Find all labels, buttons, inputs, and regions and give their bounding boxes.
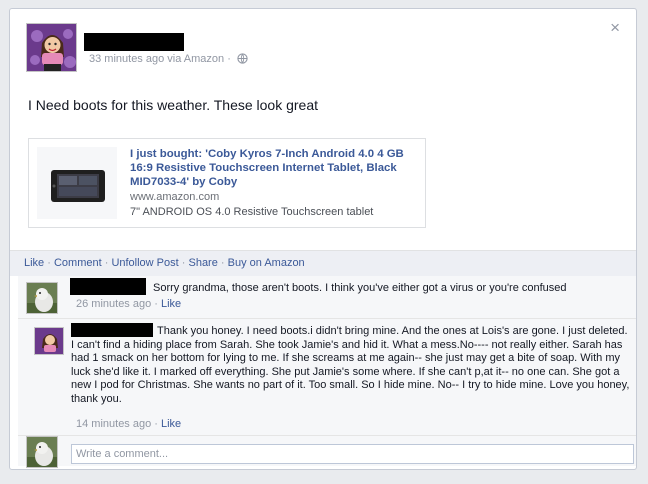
poster-avatar[interactable] bbox=[26, 23, 77, 72]
viewer-avatar-image bbox=[27, 437, 57, 467]
comment-body: Thank you honey. I need boots.i didn't b… bbox=[71, 325, 631, 406]
comment-meta: 14 minutes ago · Like bbox=[76, 418, 181, 432]
shared-link-title[interactable]: I just bought: 'Coby Kyros 7-Inch Androi… bbox=[130, 147, 415, 189]
share-link[interactable]: Share bbox=[188, 257, 217, 269]
product-thumbnail[interactable] bbox=[37, 147, 117, 219]
commenter-avatar[interactable] bbox=[26, 282, 58, 314]
globe-icon bbox=[237, 53, 248, 67]
comment-input-placeholder: Write a comment... bbox=[76, 448, 169, 460]
comment-composer: Write a comment... bbox=[18, 435, 636, 468]
comment-time[interactable]: 14 minutes ago bbox=[76, 418, 151, 430]
like-link[interactable]: Like bbox=[24, 257, 44, 269]
action-separator: · bbox=[217, 257, 228, 269]
comment-like-link[interactable]: Like bbox=[161, 298, 181, 310]
comments-section: Sorry grandma, those aren't boots. I thi… bbox=[18, 276, 636, 468]
shared-link-domain: www.amazon.com bbox=[130, 191, 220, 203]
buy-on-amazon-link[interactable]: Buy on Amazon bbox=[228, 257, 305, 269]
poster-name-redacted bbox=[84, 33, 184, 51]
comment-text: Sorry grandma, those aren't boots. I thi… bbox=[153, 282, 567, 294]
commenter-avatar[interactable] bbox=[34, 327, 64, 355]
comment-link[interactable]: Comment bbox=[54, 257, 102, 269]
poster-avatar-image bbox=[27, 24, 76, 71]
comment-body: Sorry grandma, those aren't boots. I thi… bbox=[153, 282, 623, 296]
post-actions-bar: Like · Comment · Unfollow Post · Share ·… bbox=[10, 250, 636, 276]
comment-input[interactable]: Write a comment... bbox=[71, 444, 634, 464]
commenter-avatar-image bbox=[35, 328, 63, 354]
status-text: I Need boots for this weather. These loo… bbox=[28, 97, 319, 113]
shared-link-card[interactable]: I just bought: 'Coby Kyros 7-Inch Androi… bbox=[28, 138, 426, 228]
viewer-avatar[interactable] bbox=[26, 436, 58, 468]
comment-meta: 26 minutes ago · Like bbox=[76, 298, 181, 312]
commenter-name-redacted bbox=[70, 278, 146, 295]
close-icon[interactable]: × bbox=[610, 19, 620, 36]
shared-link-caption: 7" ANDROID OS 4.0 Resistive Touchscreen … bbox=[130, 206, 374, 218]
action-separator: · bbox=[101, 257, 112, 269]
meta-separator: · bbox=[227, 53, 231, 65]
comment-item: Sorry grandma, those aren't boots. I thi… bbox=[18, 276, 636, 317]
comment-time[interactable]: 26 minutes ago bbox=[76, 298, 151, 310]
post-time-via[interactable]: 33 minutes ago via Amazon bbox=[89, 53, 224, 65]
comment-like-link[interactable]: Like bbox=[161, 418, 181, 430]
comment-item: Thank you honey. I need boots.i didn't b… bbox=[18, 318, 636, 434]
unfollow-post-link[interactable]: Unfollow Post bbox=[111, 257, 178, 269]
action-separator: · bbox=[44, 257, 54, 269]
meta-separator: · bbox=[151, 298, 161, 310]
tablet-image bbox=[51, 170, 105, 202]
meta-separator: · bbox=[151, 418, 161, 430]
post-card: × 33 minutes ago via Amazon · I Need boo… bbox=[9, 8, 637, 470]
commenter-avatar-image bbox=[27, 283, 57, 313]
comment-text: Thank you honey. I need boots.i didn't b… bbox=[71, 325, 630, 405]
post-meta: 33 minutes ago via Amazon · bbox=[89, 53, 248, 67]
